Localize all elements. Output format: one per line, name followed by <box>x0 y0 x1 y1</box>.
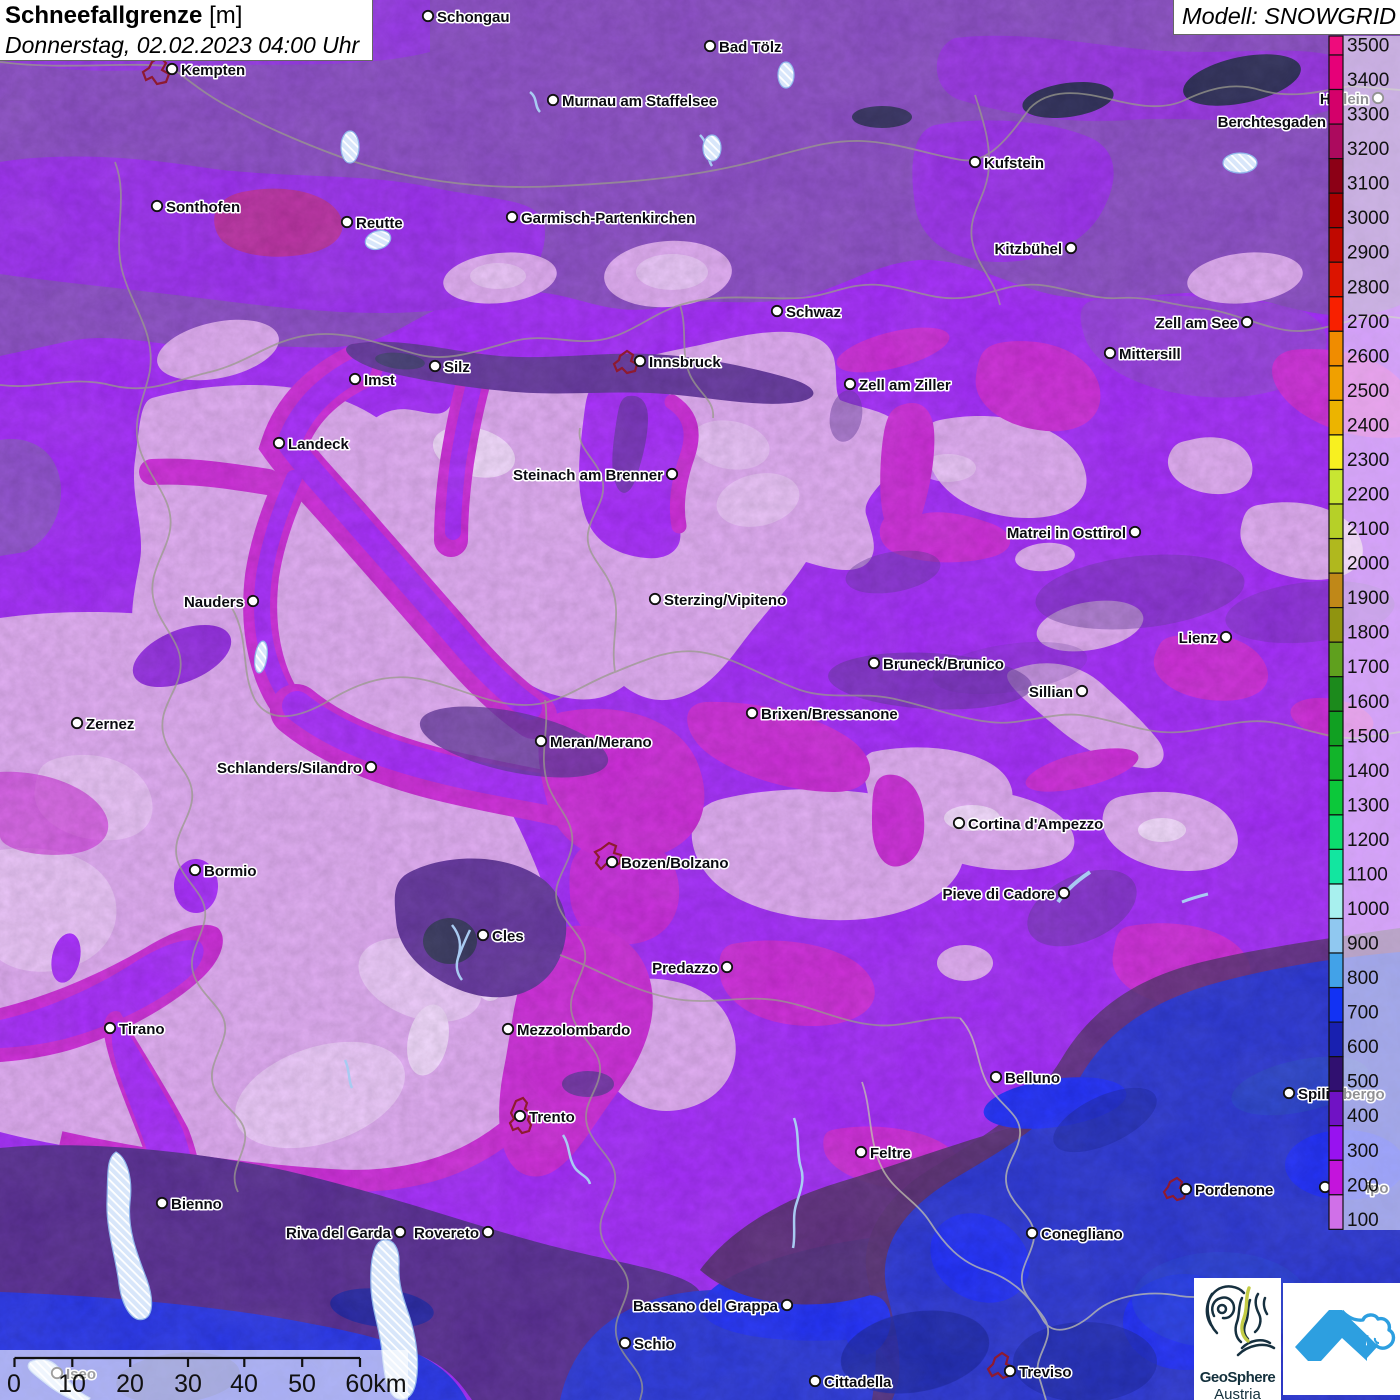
svg-text:Silz: Silz <box>444 359 470 376</box>
svg-text:Mezzolombardo: Mezzolombardo <box>517 1022 630 1039</box>
svg-text:Pieve di Cadore: Pieve di Cadore <box>942 886 1055 903</box>
svg-text:Reutte: Reutte <box>356 215 403 232</box>
svg-text:Sterzing/Vipiteno: Sterzing/Vipiteno <box>664 592 786 609</box>
svg-text:3200: 3200 <box>1347 139 1389 160</box>
svg-text:100: 100 <box>1347 1210 1379 1231</box>
svg-text:2300: 2300 <box>1347 450 1389 471</box>
svg-text:Murnau am Staffelsee: Murnau am Staffelsee <box>562 93 717 110</box>
svg-text:30: 30 <box>174 1370 202 1398</box>
svg-text:40: 40 <box>230 1370 258 1398</box>
svg-text:Meran/Merano: Meran/Merano <box>550 734 652 751</box>
svg-text:Kitzbühel: Kitzbühel <box>995 241 1063 258</box>
svg-text:Garmisch-Partenkirchen: Garmisch-Partenkirchen <box>521 210 695 227</box>
svg-text:1700: 1700 <box>1347 657 1389 678</box>
svg-text:Nauders: Nauders <box>184 594 244 611</box>
svg-text:Schongau: Schongau <box>437 9 510 26</box>
svg-text:500: 500 <box>1347 1072 1379 1093</box>
svg-text:Bassano del Grappa: Bassano del Grappa <box>633 1298 779 1315</box>
svg-text:Conegliano: Conegliano <box>1041 1226 1123 1243</box>
svg-text:3500: 3500 <box>1347 36 1389 57</box>
svg-text:2100: 2100 <box>1347 519 1389 540</box>
svg-text:Rovereto: Rovereto <box>414 1225 479 1242</box>
svg-text:Feltre: Feltre <box>870 1145 911 1162</box>
svg-text:Belluno: Belluno <box>1005 1070 1060 1087</box>
svg-text:1900: 1900 <box>1347 588 1389 609</box>
svg-text:Matrei in Osttirol: Matrei in Osttirol <box>1007 525 1126 542</box>
svg-text:Steinach am Brenner: Steinach am Brenner <box>513 467 663 484</box>
svg-text:200: 200 <box>1347 1175 1379 1196</box>
svg-text:Cles: Cles <box>492 928 524 945</box>
svg-text:Treviso: Treviso <box>1019 1364 1072 1381</box>
svg-text:Berchtesgaden: Berchtesgaden <box>1218 114 1326 131</box>
svg-text:2000: 2000 <box>1347 554 1389 575</box>
svg-text:Kempten: Kempten <box>181 62 245 79</box>
svg-text:Bruneck/Brunico: Bruneck/Brunico <box>883 656 1004 673</box>
svg-text:1400: 1400 <box>1347 761 1389 782</box>
svg-text:20: 20 <box>116 1370 144 1398</box>
svg-text:2400: 2400 <box>1347 415 1389 436</box>
svg-text:2800: 2800 <box>1347 277 1389 298</box>
svg-text:3300: 3300 <box>1347 105 1389 126</box>
svg-text:Landeck: Landeck <box>288 436 350 453</box>
svg-text:Kufstein: Kufstein <box>984 155 1044 172</box>
svg-text:600: 600 <box>1347 1037 1379 1058</box>
svg-text:Zell am See: Zell am See <box>1155 315 1238 332</box>
svg-text:1800: 1800 <box>1347 623 1389 644</box>
svg-text:800: 800 <box>1347 968 1379 989</box>
svg-text:2500: 2500 <box>1347 381 1389 402</box>
svg-text:Schio: Schio <box>634 1336 675 1353</box>
svg-text:1200: 1200 <box>1347 830 1389 851</box>
svg-text:Brixen/Bressanone: Brixen/Bressanone <box>761 706 898 723</box>
svg-text:10: 10 <box>58 1370 86 1398</box>
svg-text:Schwaz: Schwaz <box>786 304 841 321</box>
svg-text:Zernez: Zernez <box>86 716 134 733</box>
svg-text:Schlanders/Silandro: Schlanders/Silandro <box>217 760 362 777</box>
svg-text:Mittersill: Mittersill <box>1119 346 1181 363</box>
svg-text:400: 400 <box>1347 1106 1379 1127</box>
svg-text:Innsbruck: Innsbruck <box>649 354 721 371</box>
svg-text:Predazzo: Predazzo <box>652 960 718 977</box>
svg-text:700: 700 <box>1347 1003 1379 1024</box>
svg-text:Cittadella: Cittadella <box>824 1374 892 1391</box>
svg-text:1500: 1500 <box>1347 726 1389 747</box>
svg-text:1000: 1000 <box>1347 899 1389 920</box>
svg-text:3100: 3100 <box>1347 174 1389 195</box>
svg-text:Riva del Garda: Riva del Garda <box>286 1225 392 1242</box>
svg-text:Imst: Imst <box>364 372 395 389</box>
svg-text:2600: 2600 <box>1347 346 1389 367</box>
svg-text:900: 900 <box>1347 934 1379 955</box>
svg-text:Bozen/Bolzano: Bozen/Bolzano <box>621 855 729 872</box>
svg-text:1300: 1300 <box>1347 795 1389 816</box>
svg-text:Zell am Ziller: Zell am Ziller <box>859 377 951 394</box>
svg-text:300: 300 <box>1347 1141 1379 1162</box>
svg-text:Pordenone: Pordenone <box>1195 1182 1273 1199</box>
svg-text:Bienno: Bienno <box>171 1196 222 1213</box>
svg-text:Sonthofen: Sonthofen <box>166 199 240 216</box>
svg-text:2200: 2200 <box>1347 485 1389 506</box>
svg-text:Bad Tölz: Bad Tölz <box>719 39 782 56</box>
svg-text:3400: 3400 <box>1347 70 1389 91</box>
svg-text:60km: 60km <box>345 1370 406 1398</box>
svg-text:Trento: Trento <box>529 1109 575 1126</box>
svg-text:3000: 3000 <box>1347 208 1389 229</box>
svg-text:1600: 1600 <box>1347 692 1389 713</box>
svg-text:Sillian: Sillian <box>1029 684 1073 701</box>
svg-text:2900: 2900 <box>1347 243 1389 264</box>
svg-text:50: 50 <box>288 1370 316 1398</box>
svg-text:Cortina d'Ampezzo: Cortina d'Ampezzo <box>968 816 1103 833</box>
svg-text:0: 0 <box>7 1370 21 1398</box>
svg-text:Lienz: Lienz <box>1179 630 1217 647</box>
svg-text:2700: 2700 <box>1347 312 1389 333</box>
svg-text:Tirano: Tirano <box>119 1021 165 1038</box>
svg-text:1100: 1100 <box>1347 865 1388 886</box>
svg-text:Bormio: Bormio <box>204 863 257 880</box>
